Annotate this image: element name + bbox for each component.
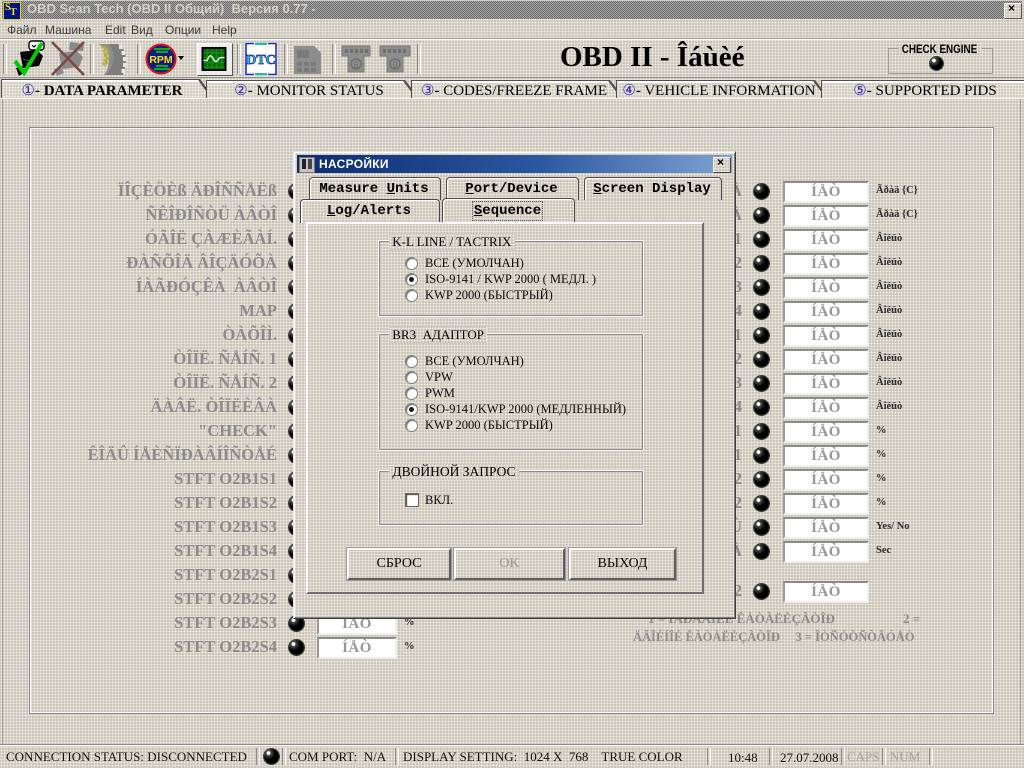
svg-text:DTC: DTC — [246, 53, 276, 68]
svg-text:9: 9 — [392, 60, 397, 70]
svg-text:RPM: RPM — [149, 54, 173, 66]
svg-text:6: 6 — [353, 60, 358, 70]
